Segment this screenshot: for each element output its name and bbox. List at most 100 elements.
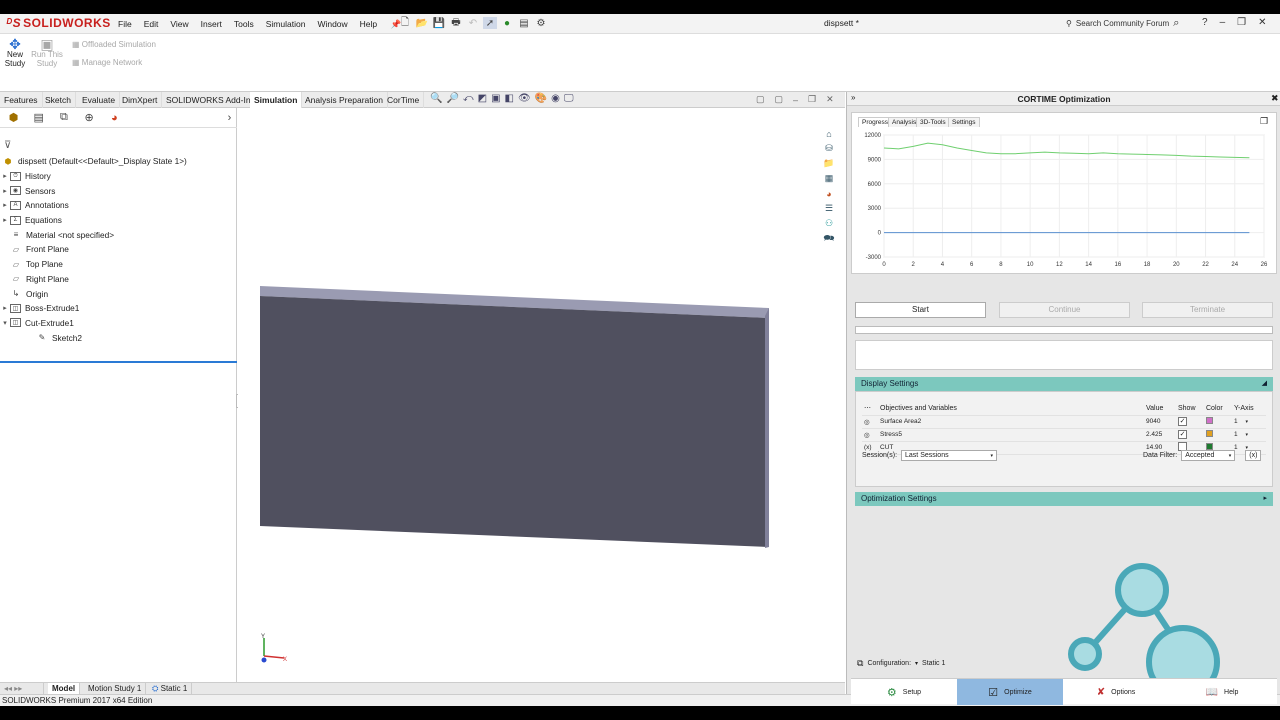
custom-properties-icon[interactable]: ☰ xyxy=(822,201,836,216)
forum-icon[interactable]: 🗪 xyxy=(822,231,836,246)
options-gear-icon[interactable]: ⚙ xyxy=(534,17,548,29)
data-filter-select[interactable]: Accepted ▾ xyxy=(1181,450,1236,461)
tab-analysis-preparation[interactable]: Analysis Preparation xyxy=(301,92,388,108)
variable-row[interactable]: ◎ Stress5 2.425 ✓ 1 ▾ xyxy=(862,428,1266,442)
tree-item-material[interactable]: ≡ Material <not specified> xyxy=(0,227,237,242)
tree-item-front[interactable]: ▱ Front Plane xyxy=(0,242,237,257)
menu-window[interactable]: Window xyxy=(317,19,347,29)
rollback-bar[interactable] xyxy=(0,361,237,363)
new-document-icon[interactable]: 🗋 xyxy=(398,17,412,29)
search-icon[interactable]: ⌕ xyxy=(1173,17,1179,30)
tab-simulation[interactable]: Simulation xyxy=(250,92,303,108)
feature-manager-tree-icon[interactable]: ⬢ xyxy=(6,111,21,124)
zoom-area-icon[interactable]: 🔎 xyxy=(446,93,458,104)
subtab-progress[interactable]: Progress xyxy=(858,117,893,127)
filter-icon[interactable]: ⊽ xyxy=(4,140,11,151)
continue-button[interactable]: Continue xyxy=(999,302,1130,318)
variable-row[interactable]: ◎ Surface Area2 9040 ✓ 1 ▾ xyxy=(862,415,1266,429)
restore-icon[interactable]: ❐ xyxy=(1237,17,1246,28)
dimxpert-manager-icon[interactable]: ⊕ xyxy=(82,111,97,124)
zoom-to-fit-icon[interactable]: 🔍 xyxy=(430,93,442,104)
tree-item-history[interactable]: ▸ ⏱ History xyxy=(0,169,237,184)
section-view-icon[interactable]: ◩ xyxy=(478,93,487,104)
close-panel-icon[interactable]: ✖ xyxy=(1271,93,1279,104)
color-swatch-box[interactable] xyxy=(1206,443,1213,450)
chart-maximize-icon[interactable]: ❐ xyxy=(1260,116,1268,127)
select-icon[interactable]: ➚ xyxy=(483,17,497,29)
offloaded-simulation-button[interactable]: ▦ Offloaded Simulation xyxy=(72,40,156,49)
configuration-manager-icon[interactable]: ⧉ xyxy=(56,111,71,124)
run-study-button[interactable]: ▣ Run This Study xyxy=(30,37,64,68)
expand-arrow-icon[interactable]: ▸ xyxy=(0,201,10,209)
save-icon[interactable]: 💾 xyxy=(432,17,446,29)
terminate-button[interactable]: Terminate xyxy=(1142,302,1273,318)
show-checkbox[interactable]: ✓ xyxy=(1176,428,1204,442)
tab-addins[interactable]: SOLIDWORKS Add-Ins xyxy=(162,92,260,108)
tree-item-boss-extrude1[interactable]: ▸ ◫ Boss-Extrude1 xyxy=(0,301,237,316)
expand-arrow-icon[interactable]: ▸ xyxy=(0,172,10,180)
configuration-dropdown-icon[interactable]: ▾ xyxy=(915,660,918,667)
tab-dimxpert[interactable]: DimXpert xyxy=(118,92,163,108)
cortime-task-icon[interactable]: ⚇ xyxy=(822,216,836,231)
tree-item-sketch2[interactable]: ✎ Sketch2 xyxy=(0,330,237,345)
nav-options[interactable]: ✘ Options xyxy=(1063,679,1169,705)
graphics-area[interactable]: Y X xyxy=(238,108,845,688)
expand-arrow-icon[interactable]: ▸ xyxy=(0,187,10,195)
menu-edit[interactable]: Edit xyxy=(144,19,159,29)
tab-sketch[interactable]: Sketch xyxy=(41,92,76,108)
tree-item-top[interactable]: ▱ Top Plane xyxy=(0,257,237,272)
print-icon[interactable]: 🖶 xyxy=(449,17,463,29)
optimization-settings-header[interactable]: Optimization Settings ▸ xyxy=(855,492,1273,506)
rebuild-icon[interactable]: ● xyxy=(500,17,514,29)
fx-button[interactable]: (x) xyxy=(1245,450,1262,461)
color-swatch-box[interactable] xyxy=(1206,417,1213,424)
scene-icon[interactable]: ◉ xyxy=(551,93,560,104)
undo-icon[interactable]: ↶ xyxy=(466,17,480,29)
more-columns-icon[interactable]: ⋯ xyxy=(862,402,878,416)
color-swatch[interactable] xyxy=(1204,415,1232,429)
nav-help[interactable]: 📖 Help xyxy=(1169,679,1275,705)
display-style-icon[interactable]: ◧ xyxy=(505,93,514,104)
solidworks-logo[interactable]: ᴰS SOLIDWORKS xyxy=(6,16,111,30)
tree-item-cut-extrude1[interactable]: ▾ ◫ Cut-Extrude1 xyxy=(0,316,237,331)
solidworks-resources-icon[interactable]: ⌂ xyxy=(822,126,836,141)
file-explorer-icon[interactable]: 📁 xyxy=(822,156,836,171)
nav-setup[interactable]: ⚙ Setup xyxy=(851,679,957,705)
expand-arrow-icon[interactable]: ▾ xyxy=(0,319,10,327)
color-swatch[interactable] xyxy=(1204,428,1232,442)
minimize-icon[interactable]: – xyxy=(1220,17,1226,28)
file-properties-icon[interactable]: ▤ xyxy=(517,17,531,29)
view-orientation-icon[interactable]: ▣ xyxy=(491,93,500,104)
menu-simulation[interactable]: Simulation xyxy=(266,19,306,29)
show-checkbox-box[interactable]: ✓ xyxy=(1178,417,1187,426)
view-settings-icon[interactable]: 🖵 xyxy=(564,93,574,104)
nav-optimize[interactable]: ☑ Optimize xyxy=(957,679,1063,705)
viewport-restore-icon[interactable]: ❐ xyxy=(808,94,816,105)
tree-item-right[interactable]: ▱ Right Plane xyxy=(0,272,237,287)
viewport-close-icon[interactable]: ✕ xyxy=(826,94,834,105)
open-icon[interactable]: 📂 xyxy=(415,17,429,29)
menu-help[interactable]: Help xyxy=(360,19,377,29)
expand-arrow-icon[interactable]: ▸ xyxy=(0,216,10,224)
show-checkbox[interactable]: ✓ xyxy=(1176,415,1204,429)
help-icon[interactable]: ? xyxy=(1202,17,1208,28)
design-library-icon[interactable]: ⛁ xyxy=(822,141,836,156)
display-manager-icon[interactable]: ◕ xyxy=(107,112,122,124)
expand-arrow-icon[interactable]: ▸ xyxy=(0,304,10,312)
show-checkbox-box[interactable]: ✓ xyxy=(1178,430,1187,439)
menu-insert[interactable]: Insert xyxy=(201,19,222,29)
tab-cortime[interactable]: CorTime xyxy=(383,92,425,108)
tree-root[interactable]: ⬢ dispsett (Default<<Default>_Display St… xyxy=(0,154,237,169)
menu-view[interactable]: View xyxy=(170,19,188,29)
model-viewport[interactable]: Y X xyxy=(238,108,845,688)
menu-file[interactable]: File xyxy=(118,19,132,29)
viewport-minimize-icon[interactable]: – xyxy=(793,95,798,105)
tree-item-origin[interactable]: ↳ Origin xyxy=(0,286,237,301)
property-manager-icon[interactable]: ▤ xyxy=(31,111,46,124)
viewport-tile-icon[interactable]: ▢ xyxy=(756,94,765,105)
expand-panel-chevron-icon[interactable]: › xyxy=(222,112,237,124)
start-button[interactable]: Start xyxy=(855,302,986,318)
close-icon[interactable]: ✕ xyxy=(1258,17,1266,28)
viewport-tile2-icon[interactable]: ▢ xyxy=(775,94,784,105)
appearances-icon[interactable]: ◕ xyxy=(822,186,836,201)
